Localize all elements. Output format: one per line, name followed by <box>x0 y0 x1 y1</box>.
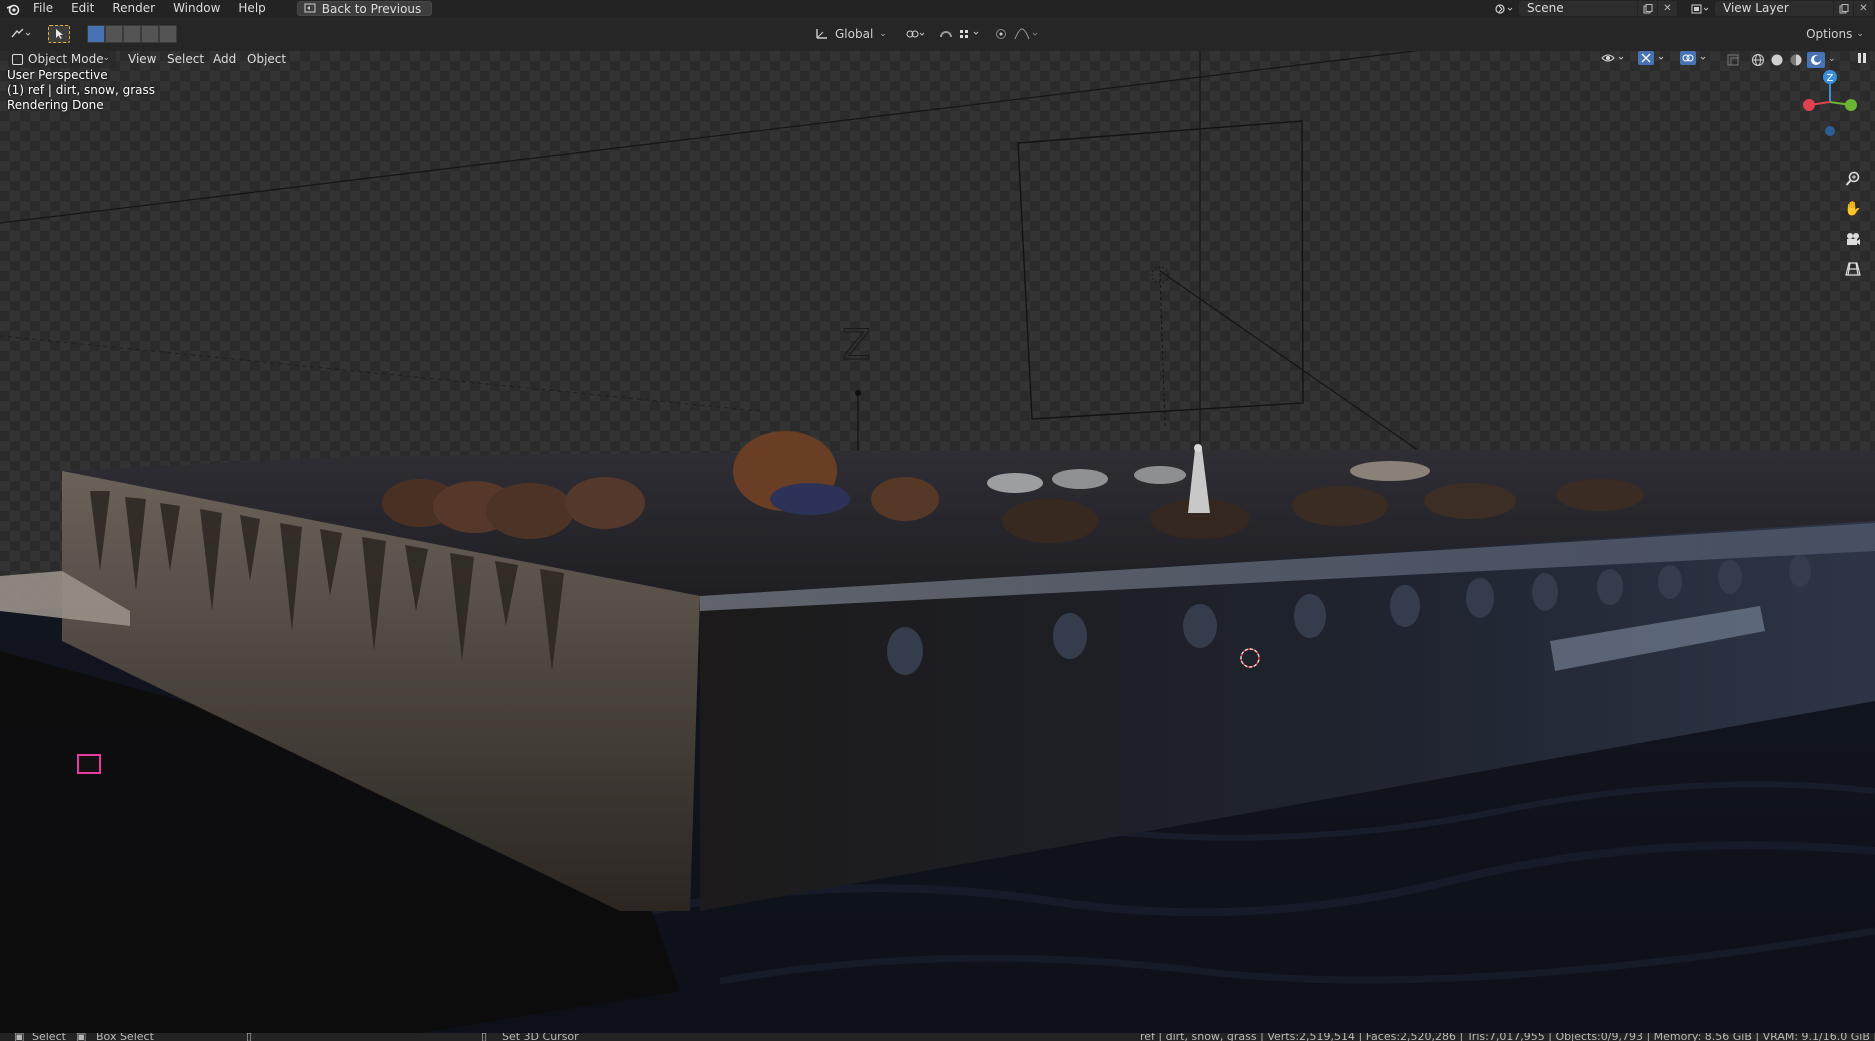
select-tool-icon[interactable] <box>48 25 70 43</box>
mouse-drag-icon: ▣ <box>76 1033 87 1041</box>
orientation-icon <box>815 27 829 42</box>
menu-render[interactable]: Render <box>103 0 164 17</box>
chevron-down-icon: ⌄ <box>879 29 887 39</box>
mouse-middle-icon: ▯ <box>246 1033 253 1041</box>
select-subtract-mode-button[interactable] <box>123 25 141 43</box>
3d-viewport[interactable]: Z User Perspective (1) ref | dirt, snow,… <box>0 51 1875 1033</box>
view-layer-icon[interactable] <box>1687 1 1715 16</box>
zoom-icon[interactable] <box>1840 166 1866 192</box>
xray-toggle-icon[interactable] <box>1727 51 1741 68</box>
new-view-layer-icon[interactable] <box>1833 1 1853 16</box>
camera-frame <box>1017 120 1304 420</box>
status-cursor-label: Set 3D Cursor <box>502 1033 579 1041</box>
menu-select[interactable]: Select <box>167 51 204 68</box>
mouse-left-icon: ▣ <box>14 1033 25 1041</box>
guide-line <box>0 51 1420 224</box>
neg-z-axis-gizmo-icon[interactable] <box>1825 126 1835 136</box>
gizmo-toggle-icon[interactable] <box>1638 51 1670 68</box>
scene-name-field[interactable]: Scene <box>1519 1 1637 16</box>
material-preview-icon[interactable] <box>1788 53 1804 67</box>
select-extend-mode-button[interactable] <box>105 25 123 43</box>
object-mode-icon <box>12 54 23 65</box>
menu-object[interactable]: Object <box>247 51 286 68</box>
menu-help[interactable]: Help <box>229 0 274 17</box>
menu-edit[interactable]: Edit <box>62 0 103 17</box>
ortho-grid-icon[interactable] <box>1840 256 1866 282</box>
scene-statistics: ref | dirt, snow, grass | Verts:2,519,51… <box>1140 1033 1875 1041</box>
object-mode-dropdown[interactable]: Object Mode ⌄ <box>8 51 116 68</box>
selected-object-marker[interactable] <box>77 754 101 774</box>
status-bar: ▣ Select ▣ Box Select ▯ ▯ Set 3D Cursor … <box>0 1033 1875 1041</box>
top-menu-bar: File Edit Render Window Help Back to Pre… <box>0 0 1875 17</box>
y-axis-gizmo-icon[interactable] <box>1845 99 1857 111</box>
pan-hand-icon[interactable]: ✋ <box>1840 196 1866 222</box>
editor-type-icon[interactable] <box>8 25 36 43</box>
viewport-header: Object Mode ⌄ View Select Add Object ⌄ <box>0 51 1875 68</box>
light-dashed-line <box>1159 272 1166 427</box>
visibility-icon[interactable] <box>1600 51 1630 68</box>
falloff-curve-icon[interactable] <box>1012 25 1042 43</box>
viewport-navigation-controls: ✋ <box>1839 166 1867 282</box>
select-intersect-mode-button[interactable] <box>159 25 177 43</box>
chevron-down-icon: ⌄ <box>1856 29 1864 39</box>
wireframe-shading-icon[interactable] <box>1750 53 1766 67</box>
screen-back-icon <box>304 2 316 16</box>
back-to-previous-label: Back to Previous <box>321 1 422 16</box>
status-select-label: Select <box>32 1033 66 1041</box>
rendered-shading-icon[interactable] <box>1807 51 1825 68</box>
z-axis-label: Z <box>842 320 871 369</box>
back-to-previous-button[interactable]: Back to Previous <box>296 1 433 16</box>
options-dropdown[interactable]: Options ⌄ <box>1805 25 1865 43</box>
mouse-right-icon: ▯ <box>481 1033 488 1041</box>
select-new-mode-button[interactable] <box>87 25 105 43</box>
chevron-down-icon[interactable]: ⌄ <box>1828 51 1836 68</box>
menu-add[interactable]: Add <box>213 51 236 68</box>
transform-orientation-label: Global <box>835 27 874 41</box>
chevron-down-icon: ⌄ <box>102 53 110 63</box>
options-label: Options <box>1806 27 1853 41</box>
snapping-group[interactable] <box>936 25 986 43</box>
status-box-select-label: Box Select <box>96 1033 154 1041</box>
z-axis-gizmo-label: Z <box>1827 73 1834 84</box>
delete-scene-icon[interactable]: ✕ <box>1657 1 1677 16</box>
blender-logo-icon[interactable] <box>2 0 24 17</box>
empty-origin <box>855 390 861 396</box>
view-layer-selector[interactable]: View Layer ✕ <box>1687 1 1873 16</box>
scene-selector[interactable]: Scene ✕ <box>1491 1 1677 16</box>
guide-line <box>0 335 761 412</box>
rendered-scene: Z <box>0 51 1875 1033</box>
proportional-editing-icon[interactable] <box>994 25 1008 43</box>
sidebar-toggle-icon[interactable] <box>1856 51 1870 68</box>
navigation-gizmo[interactable]: Z <box>1795 68 1865 148</box>
tool-header: Global ⌄ Options ⌄ <box>0 17 1875 51</box>
selection-mode-group <box>87 25 177 43</box>
delete-view-layer-icon[interactable]: ✕ <box>1853 1 1873 16</box>
new-scene-icon[interactable] <box>1637 1 1657 16</box>
active-object-label: (1) ref | dirt, snow, grass <box>7 83 156 97</box>
shading-mode-group: ⌄ <box>1750 51 1842 68</box>
view-perspective-label: User Perspective <box>7 68 108 82</box>
menu-file[interactable]: File <box>24 0 62 17</box>
overlays-toggle-icon[interactable] <box>1680 51 1712 68</box>
view-layer-name-field[interactable]: View Layer <box>1715 1 1833 16</box>
menu-view[interactable]: View <box>128 51 156 68</box>
select-invert-mode-button[interactable] <box>141 25 159 43</box>
transform-orientation-dropdown[interactable]: Global ⌄ <box>815 25 895 43</box>
scene-icon[interactable] <box>1491 1 1519 16</box>
workspace-right-group: Scene ✕ View Layer ✕ <box>1491 0 1875 17</box>
menu-window[interactable]: Window <box>164 0 229 17</box>
pivot-point-icon[interactable] <box>902 25 930 43</box>
render-status-label: Rendering Done <box>7 98 104 112</box>
solid-shading-icon[interactable] <box>1769 53 1785 67</box>
camera-view-icon[interactable] <box>1840 226 1866 252</box>
x-axis-gizmo-icon[interactable] <box>1803 99 1815 111</box>
object-mode-label: Object Mode <box>28 52 104 66</box>
